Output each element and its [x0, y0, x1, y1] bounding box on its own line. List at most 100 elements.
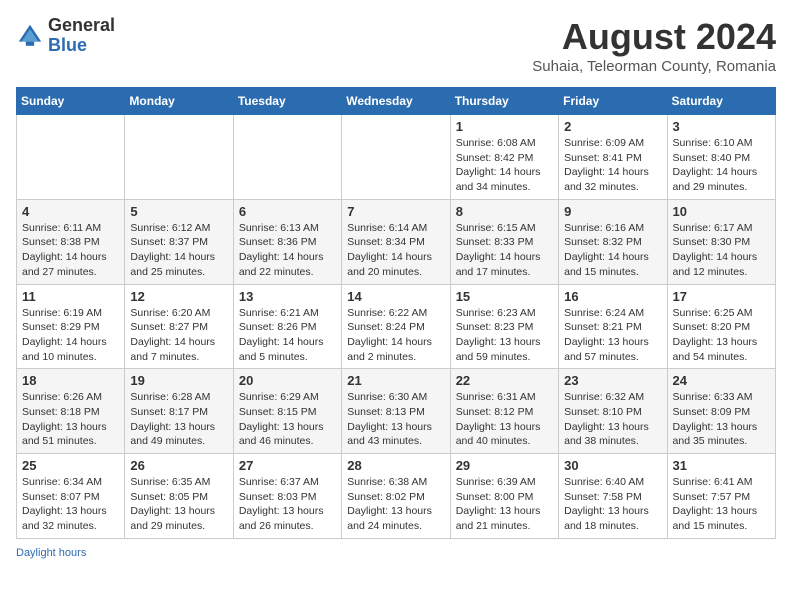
day-info: Sunrise: 6:37 AM Sunset: 8:03 PM Dayligh… [239, 475, 336, 534]
calendar-cell [17, 115, 125, 200]
logo-icon [16, 22, 44, 50]
page-header: General Blue August 2024 Suhaia, Teleorm… [16, 16, 776, 75]
day-info: Sunrise: 6:19 AM Sunset: 8:29 PM Dayligh… [22, 306, 119, 365]
day-number: 13 [239, 289, 336, 304]
calendar-cell: 5 Sunrise: 6:12 AM Sunset: 8:37 PM Daylig… [125, 199, 233, 284]
calendar-cell: 24 Sunrise: 6:33 AM Sunset: 8:09 PM Dayli… [667, 369, 775, 454]
day-info: Sunrise: 6:41 AM Sunset: 7:57 PM Dayligh… [673, 475, 770, 534]
calendar-cell: 29Sunrise: 6:39 AM Sunset: 8:00 PM Dayli… [450, 454, 558, 539]
day-number: 27 [239, 458, 336, 473]
day-number: 4 [22, 204, 119, 219]
day-number: 12 [130, 289, 227, 304]
day-number: 1 [456, 119, 553, 134]
day-info: Sunrise: 6:33 AM Sunset: 8:09 PM Dayligh… [673, 390, 770, 449]
day-number: 2 [564, 119, 661, 134]
calendar-cell [342, 115, 450, 200]
calendar-table: SundayMondayTuesdayWednesdayThursdayFrid… [16, 87, 776, 539]
calendar-cell: 8 Sunrise: 6:15 AM Sunset: 8:33 PM Daylig… [450, 199, 558, 284]
calendar-cell: 6 Sunrise: 6:13 AM Sunset: 8:36 PM Daylig… [233, 199, 341, 284]
day-info: Sunrise: 6:23 AM Sunset: 8:23 PM Dayligh… [456, 306, 553, 365]
day-number: 29 [456, 458, 553, 473]
day-info: Sunrise: 6:13 AM Sunset: 8:36 PM Dayligh… [239, 221, 336, 280]
calendar-day-header: Wednesday [342, 88, 450, 115]
logo-text: General Blue [48, 16, 115, 56]
calendar-cell: 20 Sunrise: 6:29 AM Sunset: 8:15 PM Dayli… [233, 369, 341, 454]
day-info: Sunrise: 6:08 AM Sunset: 8:42 PM Dayligh… [456, 136, 553, 195]
calendar-day-header: Monday [125, 88, 233, 115]
day-info: Sunrise: 6:35 AM Sunset: 8:05 PM Dayligh… [130, 475, 227, 534]
day-info: Sunrise: 6:12 AM Sunset: 8:37 PM Dayligh… [130, 221, 227, 280]
calendar-cell: 18Sunrise: 6:26 AM Sunset: 8:18 PM Dayli… [17, 369, 125, 454]
day-number: 31 [673, 458, 770, 473]
day-number: 5 [130, 204, 227, 219]
calendar-cell: 22 Sunrise: 6:31 AM Sunset: 8:12 PM Dayli… [450, 369, 558, 454]
calendar-cell: 12 Sunrise: 6:20 AM Sunset: 8:27 PM Dayli… [125, 284, 233, 369]
day-info: Sunrise: 6:10 AM Sunset: 8:40 PM Dayligh… [673, 136, 770, 195]
day-number: 21 [347, 373, 444, 388]
day-info: Sunrise: 6:22 AM Sunset: 8:24 PM Dayligh… [347, 306, 444, 365]
day-info: Sunrise: 6:31 AM Sunset: 8:12 PM Dayligh… [456, 390, 553, 449]
day-info: Sunrise: 6:20 AM Sunset: 8:27 PM Dayligh… [130, 306, 227, 365]
calendar-week-row: 4 Sunrise: 6:11 AM Sunset: 8:38 PM Daylig… [17, 199, 776, 284]
calendar-week-row: 18Sunrise: 6:26 AM Sunset: 8:18 PM Dayli… [17, 369, 776, 454]
day-number: 22 [456, 373, 553, 388]
calendar-cell: 2Sunrise: 6:09 AM Sunset: 8:41 PM Daylig… [559, 115, 667, 200]
calendar-week-row: 11 Sunrise: 6:19 AM Sunset: 8:29 PM Dayli… [17, 284, 776, 369]
day-info: Sunrise: 6:38 AM Sunset: 8:02 PM Dayligh… [347, 475, 444, 534]
day-info: Sunrise: 6:26 AM Sunset: 8:18 PM Dayligh… [22, 390, 119, 449]
calendar-cell: 11 Sunrise: 6:19 AM Sunset: 8:29 PM Dayli… [17, 284, 125, 369]
day-number: 3 [673, 119, 770, 134]
calendar-week-row: 1 Sunrise: 6:08 AM Sunset: 8:42 PM Daylig… [17, 115, 776, 200]
calendar-cell: 16 Sunrise: 6:24 AM Sunset: 8:21 PM Dayli… [559, 284, 667, 369]
calendar-day-header: Sunday [17, 88, 125, 115]
calendar-cell: 19 Sunrise: 6:28 AM Sunset: 8:17 PM Dayli… [125, 369, 233, 454]
day-number: 7 [347, 204, 444, 219]
day-number: 11 [22, 289, 119, 304]
day-info: Sunrise: 6:15 AM Sunset: 8:33 PM Dayligh… [456, 221, 553, 280]
calendar-cell: 1 Sunrise: 6:08 AM Sunset: 8:42 PM Daylig… [450, 115, 558, 200]
day-number: 20 [239, 373, 336, 388]
logo: General Blue [16, 16, 115, 56]
day-number: 30 [564, 458, 661, 473]
day-info: Sunrise: 6:28 AM Sunset: 8:17 PM Dayligh… [130, 390, 227, 449]
day-number: 6 [239, 204, 336, 219]
calendar-cell: 9Sunrise: 6:16 AM Sunset: 8:32 PM Daylig… [559, 199, 667, 284]
day-number: 15 [456, 289, 553, 304]
calendar-header-row: SundayMondayTuesdayWednesdayThursdayFrid… [17, 88, 776, 115]
day-number: 19 [130, 373, 227, 388]
daylight-hours-label: Daylight hours [16, 547, 86, 559]
day-info: Sunrise: 6:21 AM Sunset: 8:26 PM Dayligh… [239, 306, 336, 365]
day-number: 25 [22, 458, 119, 473]
day-info: Sunrise: 6:30 AM Sunset: 8:13 PM Dayligh… [347, 390, 444, 449]
calendar-day-header: Friday [559, 88, 667, 115]
calendar-cell: 27 Sunrise: 6:37 AM Sunset: 8:03 PM Dayli… [233, 454, 341, 539]
logo-blue: Blue [48, 35, 87, 55]
day-info: Sunrise: 6:32 AM Sunset: 8:10 PM Dayligh… [564, 390, 661, 449]
calendar-cell: 15 Sunrise: 6:23 AM Sunset: 8:23 PM Dayli… [450, 284, 558, 369]
day-info: Sunrise: 6:40 AM Sunset: 7:58 PM Dayligh… [564, 475, 661, 534]
calendar-cell: 26Sunrise: 6:35 AM Sunset: 8:05 PM Dayli… [125, 454, 233, 539]
day-number: 10 [673, 204, 770, 219]
day-number: 16 [564, 289, 661, 304]
day-number: 28 [347, 458, 444, 473]
calendar-cell: 28 Sunrise: 6:38 AM Sunset: 8:02 PM Dayli… [342, 454, 450, 539]
day-number: 24 [673, 373, 770, 388]
calendar-cell: 13 Sunrise: 6:21 AM Sunset: 8:26 PM Dayli… [233, 284, 341, 369]
calendar-cell: 4 Sunrise: 6:11 AM Sunset: 8:38 PM Daylig… [17, 199, 125, 284]
calendar-day-header: Tuesday [233, 88, 341, 115]
month-year: August 2024 [532, 16, 776, 58]
footer-note: Daylight hours [16, 547, 776, 559]
title-block: August 2024 Suhaia, Teleorman County, Ro… [532, 16, 776, 75]
calendar-cell: 25Sunrise: 6:34 AM Sunset: 8:07 PM Dayli… [17, 454, 125, 539]
day-info: Sunrise: 6:24 AM Sunset: 8:21 PM Dayligh… [564, 306, 661, 365]
day-info: Sunrise: 6:14 AM Sunset: 8:34 PM Dayligh… [347, 221, 444, 280]
day-info: Sunrise: 6:11 AM Sunset: 8:38 PM Dayligh… [22, 221, 119, 280]
day-number: 8 [456, 204, 553, 219]
day-info: Sunrise: 6:29 AM Sunset: 8:15 PM Dayligh… [239, 390, 336, 449]
calendar-cell: 7 Sunrise: 6:14 AM Sunset: 8:34 PM Daylig… [342, 199, 450, 284]
day-info: Sunrise: 6:16 AM Sunset: 8:32 PM Dayligh… [564, 221, 661, 280]
day-number: 23 [564, 373, 661, 388]
day-info: Sunrise: 6:17 AM Sunset: 8:30 PM Dayligh… [673, 221, 770, 280]
calendar-cell: 23 Sunrise: 6:32 AM Sunset: 8:10 PM Dayli… [559, 369, 667, 454]
calendar-cell: 14Sunrise: 6:22 AM Sunset: 8:24 PM Dayli… [342, 284, 450, 369]
